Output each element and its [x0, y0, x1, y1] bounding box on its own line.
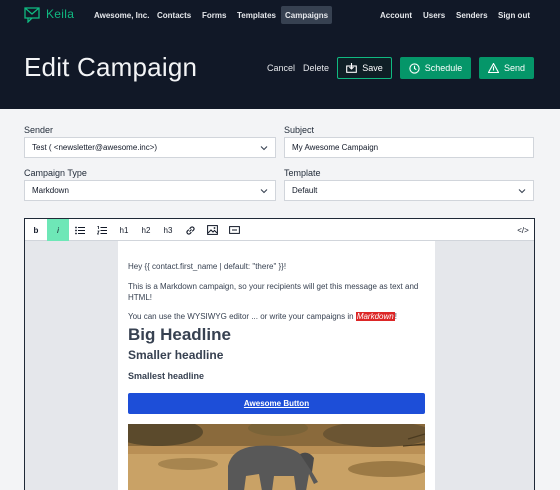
content-editor[interactable]: b i h1 h2 h3 </> Hey {{contact.first_na…	[24, 218, 535, 490]
link-icon	[185, 225, 195, 235]
brand-logo[interactable]: Keila	[24, 5, 74, 23]
nav-item-contacts[interactable]: Contacts	[153, 6, 195, 24]
save-button[interactable]: Save	[337, 57, 392, 79]
elephant-photo	[128, 424, 425, 490]
nav-item-forms[interactable]: Forms	[198, 6, 230, 24]
bullet-list-icon	[75, 226, 85, 234]
image-icon	[206, 225, 218, 235]
bold-label: b	[33, 225, 39, 235]
nav-item-sign-out[interactable]: Sign out	[494, 6, 534, 24]
editor-toolbar: b i h1 h2 h3 </>	[25, 219, 534, 241]
schedule-button[interactable]: Schedule	[400, 57, 471, 79]
intro-text: This is a Markdown campaign, so your rec…	[128, 282, 419, 302]
italic-label: i	[57, 225, 59, 235]
code-view-button[interactable]: </>	[512, 219, 534, 241]
campaign-type-select[interactable]: Markdown	[24, 180, 276, 201]
awesome-button[interactable]: Awesome Button	[128, 393, 425, 414]
nav-item-users[interactable]: Users	[419, 6, 449, 24]
campaign-type-value: Markdown	[32, 186, 69, 195]
ordered-list-icon	[97, 225, 107, 234]
markdown-highlight: Markdown	[355, 312, 395, 321]
greeting-text: Hey {{ contact.first_name | default: "th…	[128, 262, 287, 271]
save-label: Save	[362, 63, 383, 73]
brand-name: Keila	[46, 7, 75, 21]
heading3-button[interactable]: h3	[157, 219, 179, 241]
clock-icon	[409, 62, 420, 74]
nav-item-campaigns[interactable]: Campaigns	[281, 6, 333, 24]
send-icon	[487, 63, 499, 73]
sender-select[interactable]: Test ( <newsletter@awesome.inc>)	[24, 137, 276, 158]
page-title: Edit Campaign	[24, 52, 198, 82]
heading2-button[interactable]: h2	[135, 219, 157, 241]
subject-input[interactable]: My Awesome Campaign	[284, 137, 534, 158]
nav-item-account[interactable]: Account	[376, 6, 416, 24]
chevron-down-icon	[518, 189, 526, 194]
subject-value: My Awesome Campaign	[292, 143, 379, 152]
button-block-button[interactable]	[223, 219, 245, 241]
smallest-headline: Smallest headline	[128, 371, 205, 381]
bullet-list-button[interactable]	[69, 219, 91, 241]
subject-label: Subject	[284, 125, 315, 135]
chevron-down-icon	[260, 189, 268, 194]
italic-button[interactable]: i	[47, 219, 69, 241]
email-preview: Hey {{ contact.first_name | default: "th…	[118, 241, 435, 490]
image-button[interactable]	[201, 219, 223, 241]
wysiwyg-text-start: You can use the WYSIWYG editor ... or wr…	[128, 312, 356, 321]
nav-item-templates[interactable]: Templates	[233, 6, 280, 24]
sender-value: Test ( <newsletter@awesome.inc>)	[32, 143, 158, 152]
button-block-icon	[228, 226, 240, 234]
save-icon	[346, 63, 358, 73]
sender-label: Sender	[24, 125, 54, 135]
bold-button[interactable]: b	[25, 219, 47, 241]
link-button[interactable]	[179, 219, 201, 241]
wysiwyg-text: You can use the WYSIWYG editor ... or wr…	[128, 311, 428, 322]
big-headline: Big Headline	[128, 325, 231, 344]
template-select[interactable]: Default	[284, 180, 534, 201]
ordered-list-button[interactable]	[91, 219, 113, 241]
wysiwyg-text-end: !	[394, 312, 397, 321]
heading1-button[interactable]: h1	[113, 219, 135, 241]
send-label: Send	[503, 63, 526, 73]
delete-link[interactable]: Delete	[303, 63, 329, 73]
nav-item-senders[interactable]: Senders	[452, 6, 492, 24]
envelope-icon	[24, 7, 40, 23]
nav-item-organization[interactable]: Awesome, Inc.	[90, 6, 153, 24]
template-value: Default	[292, 186, 318, 195]
smaller-headline: Smaller headline	[128, 348, 224, 362]
cancel-link[interactable]: Cancel	[267, 63, 295, 73]
schedule-label: Schedule	[424, 63, 463, 73]
campaign-type-label: Campaign Type	[24, 168, 87, 178]
send-button[interactable]: Send	[479, 57, 534, 79]
chevron-down-icon	[260, 146, 268, 151]
template-label: Template	[284, 168, 321, 178]
